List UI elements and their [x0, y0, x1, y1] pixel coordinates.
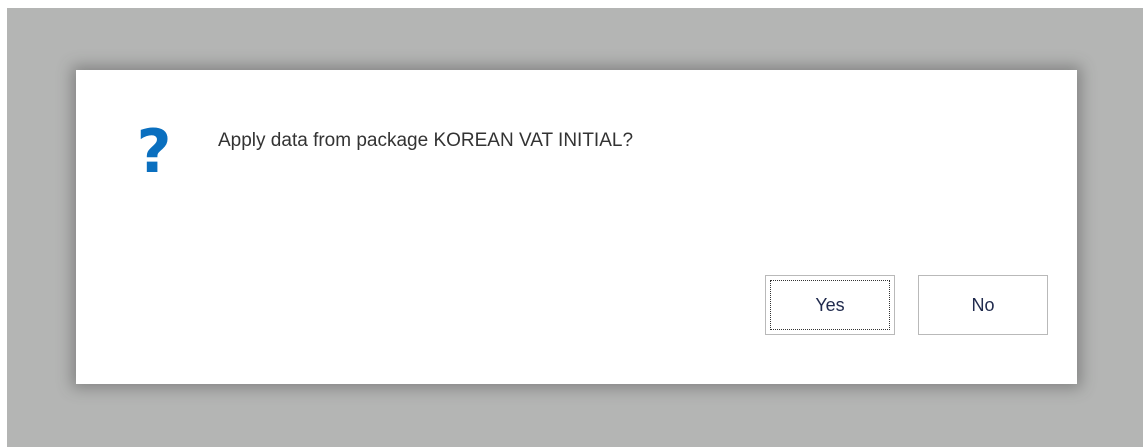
- yes-button[interactable]: Yes: [765, 275, 895, 335]
- question-mark-icon: ?: [136, 117, 172, 187]
- dialog-message: Apply data from package KOREAN VAT INITI…: [218, 130, 634, 151]
- no-button-label: No: [971, 294, 995, 315]
- confirmation-dialog: [76, 70, 1077, 384]
- no-button[interactable]: No: [918, 275, 1048, 335]
- yes-button-label: Yes: [815, 294, 845, 315]
